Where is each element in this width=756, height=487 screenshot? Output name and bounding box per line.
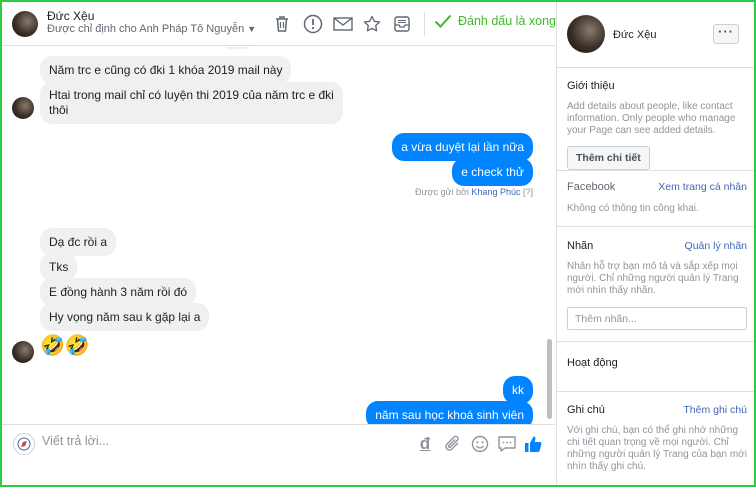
add-details-button[interactable]: Thêm chi tiết (567, 146, 650, 170)
toolbar-divider (424, 12, 425, 36)
intro-title: Giới thiệu (567, 80, 615, 92)
conversation-header: Đức Xệu Được chỉ định cho Anh Pháp Tô Ng… (2, 2, 556, 46)
page-avatar (13, 433, 35, 455)
trash-icon[interactable] (271, 13, 293, 35)
add-label-input[interactable] (567, 307, 747, 330)
contact-name[interactable]: Đức Xệu (47, 9, 94, 23)
assignee-dropdown[interactable]: Được chỉ định cho Anh Pháp Tô Nguyễn ▼ (47, 23, 256, 35)
avatar[interactable] (12, 97, 34, 119)
mark-done-button[interactable]: Đánh dấu là xong (434, 14, 556, 28)
sent-by-prefix: Được gửi bởi (415, 187, 469, 197)
emoji-icon[interactable] (469, 433, 491, 455)
saved-reply-icon[interactable] (496, 433, 518, 455)
avatar[interactable] (567, 15, 605, 53)
notes-title: Ghi chú (567, 404, 605, 416)
message-bubble-outgoing: kk (503, 376, 533, 404)
message-list[interactable]: Năm trc e cũng có đki 1 khóa 2019 mail n… (2, 47, 555, 424)
contact-sidebar: Đức Xệu ··· Giới thiệu Add details about… (556, 2, 754, 485)
star-icon[interactable] (361, 13, 383, 35)
archive-icon[interactable] (391, 13, 413, 35)
facebook-label: Facebook (567, 181, 616, 193)
spam-icon[interactable] (302, 13, 324, 35)
message-bubble-outgoing: a vừa duyệt lại lần nữa (392, 133, 533, 161)
activity-title: Hoạt động (567, 357, 618, 369)
message-bubble-incoming: Tks (40, 253, 78, 281)
labels-section: Nhãn Quản lý nhãn Nhãn hỗ trợ bạn mô tả … (557, 227, 754, 342)
avatar[interactable] (12, 341, 34, 363)
message-bubble-outgoing: e check thử (452, 158, 533, 186)
sent-by-note: Được gửi bởi Khang Phúc [?] (415, 187, 533, 197)
labels-title: Nhãn (567, 240, 594, 252)
envelope-icon[interactable] (332, 13, 354, 35)
reply-composer: đ (2, 424, 555, 485)
add-note-link[interactable]: Thêm ghi chú (683, 404, 747, 416)
dong-icon[interactable]: đ (414, 433, 436, 455)
emoji-message: 🤣🤣 (40, 335, 90, 357)
more-options-button[interactable]: ··· (713, 24, 739, 44)
message-bubble-incoming: Htai trong mail chỉ có luyện thi 2019 củ… (40, 82, 343, 124)
sent-by-help[interactable]: [?] (523, 187, 533, 197)
view-profile-link[interactable]: Xem trang cá nhân (658, 181, 747, 193)
notes-section: Ghi chú Thêm ghi chú Với ghi chú, bạn có… (557, 392, 754, 485)
compass-icon (17, 437, 31, 451)
check-icon (434, 14, 452, 28)
notes-text: Với ghi chú, bạn có thể ghi nhớ những ch… (567, 425, 747, 472)
message-scrollbar[interactable] (547, 339, 552, 419)
intro-text: Add details about people, like contact i… (567, 101, 736, 136)
window-frame: Đức Xệu Được chỉ định cho Anh Pháp Tô Ng… (0, 0, 756, 487)
facebook-section: Facebook Xem trang cá nhân Không có thôn… (557, 171, 754, 227)
reply-input[interactable] (42, 434, 382, 448)
mark-done-label: Đánh dấu là xong (458, 14, 556, 28)
message-bubble-incoming: E đồng hành 3 năm rồi đó (40, 278, 197, 306)
chevron-down-icon: ▼ (247, 24, 257, 34)
manage-labels-link[interactable]: Quản lý nhãn (685, 240, 747, 252)
no-public-info-text: Không có thông tin công khai. (567, 203, 699, 214)
activity-section[interactable]: Hoạt động (557, 342, 754, 392)
message-bubble-partial (224, 47, 252, 49)
message-bubble-incoming: Năm trc e cũng có đki 1 khóa 2019 mail n… (40, 56, 292, 84)
intro-section: Giới thiệu Add details about people, lik… (557, 68, 754, 171)
labels-text: Nhãn hỗ trợ bạn mô tả và sắp xếp mọi ngư… (567, 261, 739, 296)
sidebar-contact-name[interactable]: Đức Xệu (613, 29, 656, 41)
message-bubble-outgoing: năm sau học khoá sinh viên (366, 401, 533, 424)
attachment-icon[interactable] (442, 433, 464, 455)
sent-by-agent-link[interactable]: Khang Phúc (471, 187, 520, 197)
like-icon[interactable] (522, 433, 544, 455)
assignee-label: Được chỉ định cho Anh Pháp Tô Nguyễn (47, 23, 245, 35)
avatar[interactable] (12, 11, 38, 37)
sidebar-header: Đức Xệu ··· (557, 2, 754, 68)
message-bubble-incoming: Hy vọng năm sau k gặp lại a (40, 303, 210, 331)
message-bubble-incoming: Dạ đc rồi a (40, 228, 117, 256)
